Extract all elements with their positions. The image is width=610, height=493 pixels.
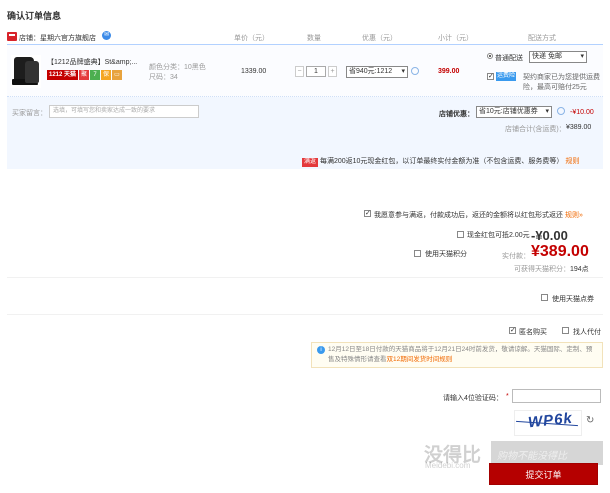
promo-tag: 满返 xyxy=(302,158,319,167)
anonymous-checkbox[interactable] xyxy=(509,326,516,334)
agree-text: 我愿意参与满返，付款成功后，返还的金额将以红包形式返还 xyxy=(374,212,563,219)
info-icon: i xyxy=(317,346,325,354)
store-discount-select[interactable]: 省10元:店铺优惠券 xyxy=(476,106,552,118)
notice-text: 12月12日至18日付款的天猫商品将于12月21日24时前发货，敬请谅解。天猫国… xyxy=(328,346,593,363)
agree-checkbox[interactable] xyxy=(364,209,371,217)
tmall-points-label: 使用天猫积分 xyxy=(425,251,467,258)
redpack-amount: -¥0.00 xyxy=(531,228,568,243)
qty-input[interactable]: 1 xyxy=(306,66,326,77)
size-label: 尺码： xyxy=(149,74,170,81)
shop-label: 店铺： xyxy=(19,35,40,42)
points-coupon-section xyxy=(7,277,603,315)
notice-link[interactable]: 双12期间发货时间规则 xyxy=(387,356,453,363)
message-label: 买家留言： xyxy=(12,110,47,117)
coupon-tag-icon[interactable] xyxy=(557,107,565,115)
badge-7day-icon: 7 xyxy=(90,70,101,80)
proxy-pay-checkbox[interactable] xyxy=(562,327,569,334)
product-title-link[interactable]: 【1212品牌盛典】St&amp;... xyxy=(47,57,143,67)
product-sku: 颜色分类：10黑色 尺码：34 xyxy=(149,63,206,83)
payment-label: 实付款： xyxy=(502,253,530,260)
store-discount-amount: -¥10.00 xyxy=(570,109,594,116)
product-badges: 1212 天猫聚 7 保 ▭ xyxy=(47,70,123,80)
notice-text-block: 12月12日至18日付款的天猫商品将于12月21日24时前发货，敬请谅解。天猫国… xyxy=(328,345,598,365)
message-input[interactable]: 选填，可填写您和卖家达成一致的要求 xyxy=(49,105,199,118)
proxy-pay-label: 找人代付 xyxy=(573,329,601,336)
agree-rule-link[interactable]: 规则» xyxy=(565,212,583,219)
promo-rule-link[interactable]: 规则 xyxy=(565,158,579,165)
redpack-label: 现金红包可抵2.00元 xyxy=(467,232,530,239)
points-coupon-label: 使用天猫点券 xyxy=(552,296,594,303)
payment-amount: ¥389.00 xyxy=(531,243,589,260)
refresh-icon[interactable]: ↻ xyxy=(586,415,594,426)
badge-card-icon: ▭ xyxy=(112,70,123,80)
earn-points: 可获得天猫积分：194点 xyxy=(514,264,589,274)
col-discount: 优惠（元） xyxy=(362,35,397,42)
shipping-method-label: 普通配送 xyxy=(495,55,523,62)
earn-points-value: 194点 xyxy=(570,266,589,273)
boot-shape-back xyxy=(25,61,39,83)
redpack-checkbox[interactable] xyxy=(457,231,464,238)
store-total-label: 店铺合计(含运费)： xyxy=(505,126,566,133)
promo-text: 每满200返10元现金红包，以订单最终实付金额为准（不包含运费、服务费等） xyxy=(319,158,564,165)
points-coupon-checkbox[interactable] xyxy=(541,294,548,301)
captcha-required-mark: * xyxy=(506,393,509,400)
insurance-text: 契约商家已为您提供运费险，最高可赔付25元 xyxy=(523,74,600,91)
store-discount-label: 店铺优惠： xyxy=(439,111,474,118)
captcha-label: 请输入4位验证码： xyxy=(443,395,503,402)
col-unit-price: 单价（元） xyxy=(234,35,269,42)
tag-icon[interactable] xyxy=(411,67,419,75)
item-subtotal: 399.00 xyxy=(438,68,460,75)
color-value: 10黑色 xyxy=(184,64,206,71)
shop-info: 店铺：星期六官方旗舰店 xyxy=(19,33,96,43)
item-discount-select[interactable]: 省940元:1212 xyxy=(346,66,408,78)
captcha-input[interactable] xyxy=(512,389,601,403)
qty-plus-button[interactable]: + xyxy=(328,66,337,77)
agree-line: 我愿意参与满返，付款成功后，返还的金额将以红包形式返还 规则» xyxy=(374,210,583,220)
badge-1212-icon: 1212 天猫 xyxy=(47,70,79,80)
badge-guarantee-icon: 保 xyxy=(101,70,112,80)
submit-order-button[interactable]: 提交订单 xyxy=(489,463,598,485)
col-quantity: 数量 xyxy=(307,35,321,42)
size-value: 34 xyxy=(170,74,178,81)
badge-ju-icon: 聚 xyxy=(79,70,90,80)
wangwang-icon[interactable]: ✉ xyxy=(102,31,111,40)
quantity-stepper: − 1 + xyxy=(295,66,337,77)
col-shipping: 配送方式 xyxy=(528,35,556,42)
store-total-value: ¥389.00 xyxy=(566,124,592,131)
shop-icon xyxy=(7,32,17,41)
qty-minus-button[interactable]: − xyxy=(295,66,304,77)
earn-points-label: 可获得天猫积分： xyxy=(514,266,570,273)
tmall-points-checkbox[interactable] xyxy=(414,250,421,257)
watermark-band-text: 购物不能没得比 xyxy=(497,451,567,462)
shipping-radio[interactable] xyxy=(487,53,493,59)
product-image[interactable] xyxy=(11,55,41,88)
insurance-badge: 运费险 xyxy=(496,72,517,81)
insurance-checkbox[interactable] xyxy=(487,72,494,80)
unit-price: 1339.00 xyxy=(241,68,267,75)
shipping-select[interactable]: 快递 免邮 xyxy=(529,51,587,63)
shop-name-link[interactable]: 星期六官方旗舰店 xyxy=(40,35,96,42)
anonymous-label: 匿名购买 xyxy=(519,329,547,336)
col-subtotal: 小计（元） xyxy=(438,35,473,42)
promo-line: 满返 每满200返10元现金红包，以订单最终实付金额为准（不包含运费、服务费等）… xyxy=(302,156,579,167)
page-title: 确认订单信息 xyxy=(7,11,62,21)
watermark-domain: Meidebi.com xyxy=(425,461,471,470)
color-label: 颜色分类： xyxy=(149,64,184,71)
